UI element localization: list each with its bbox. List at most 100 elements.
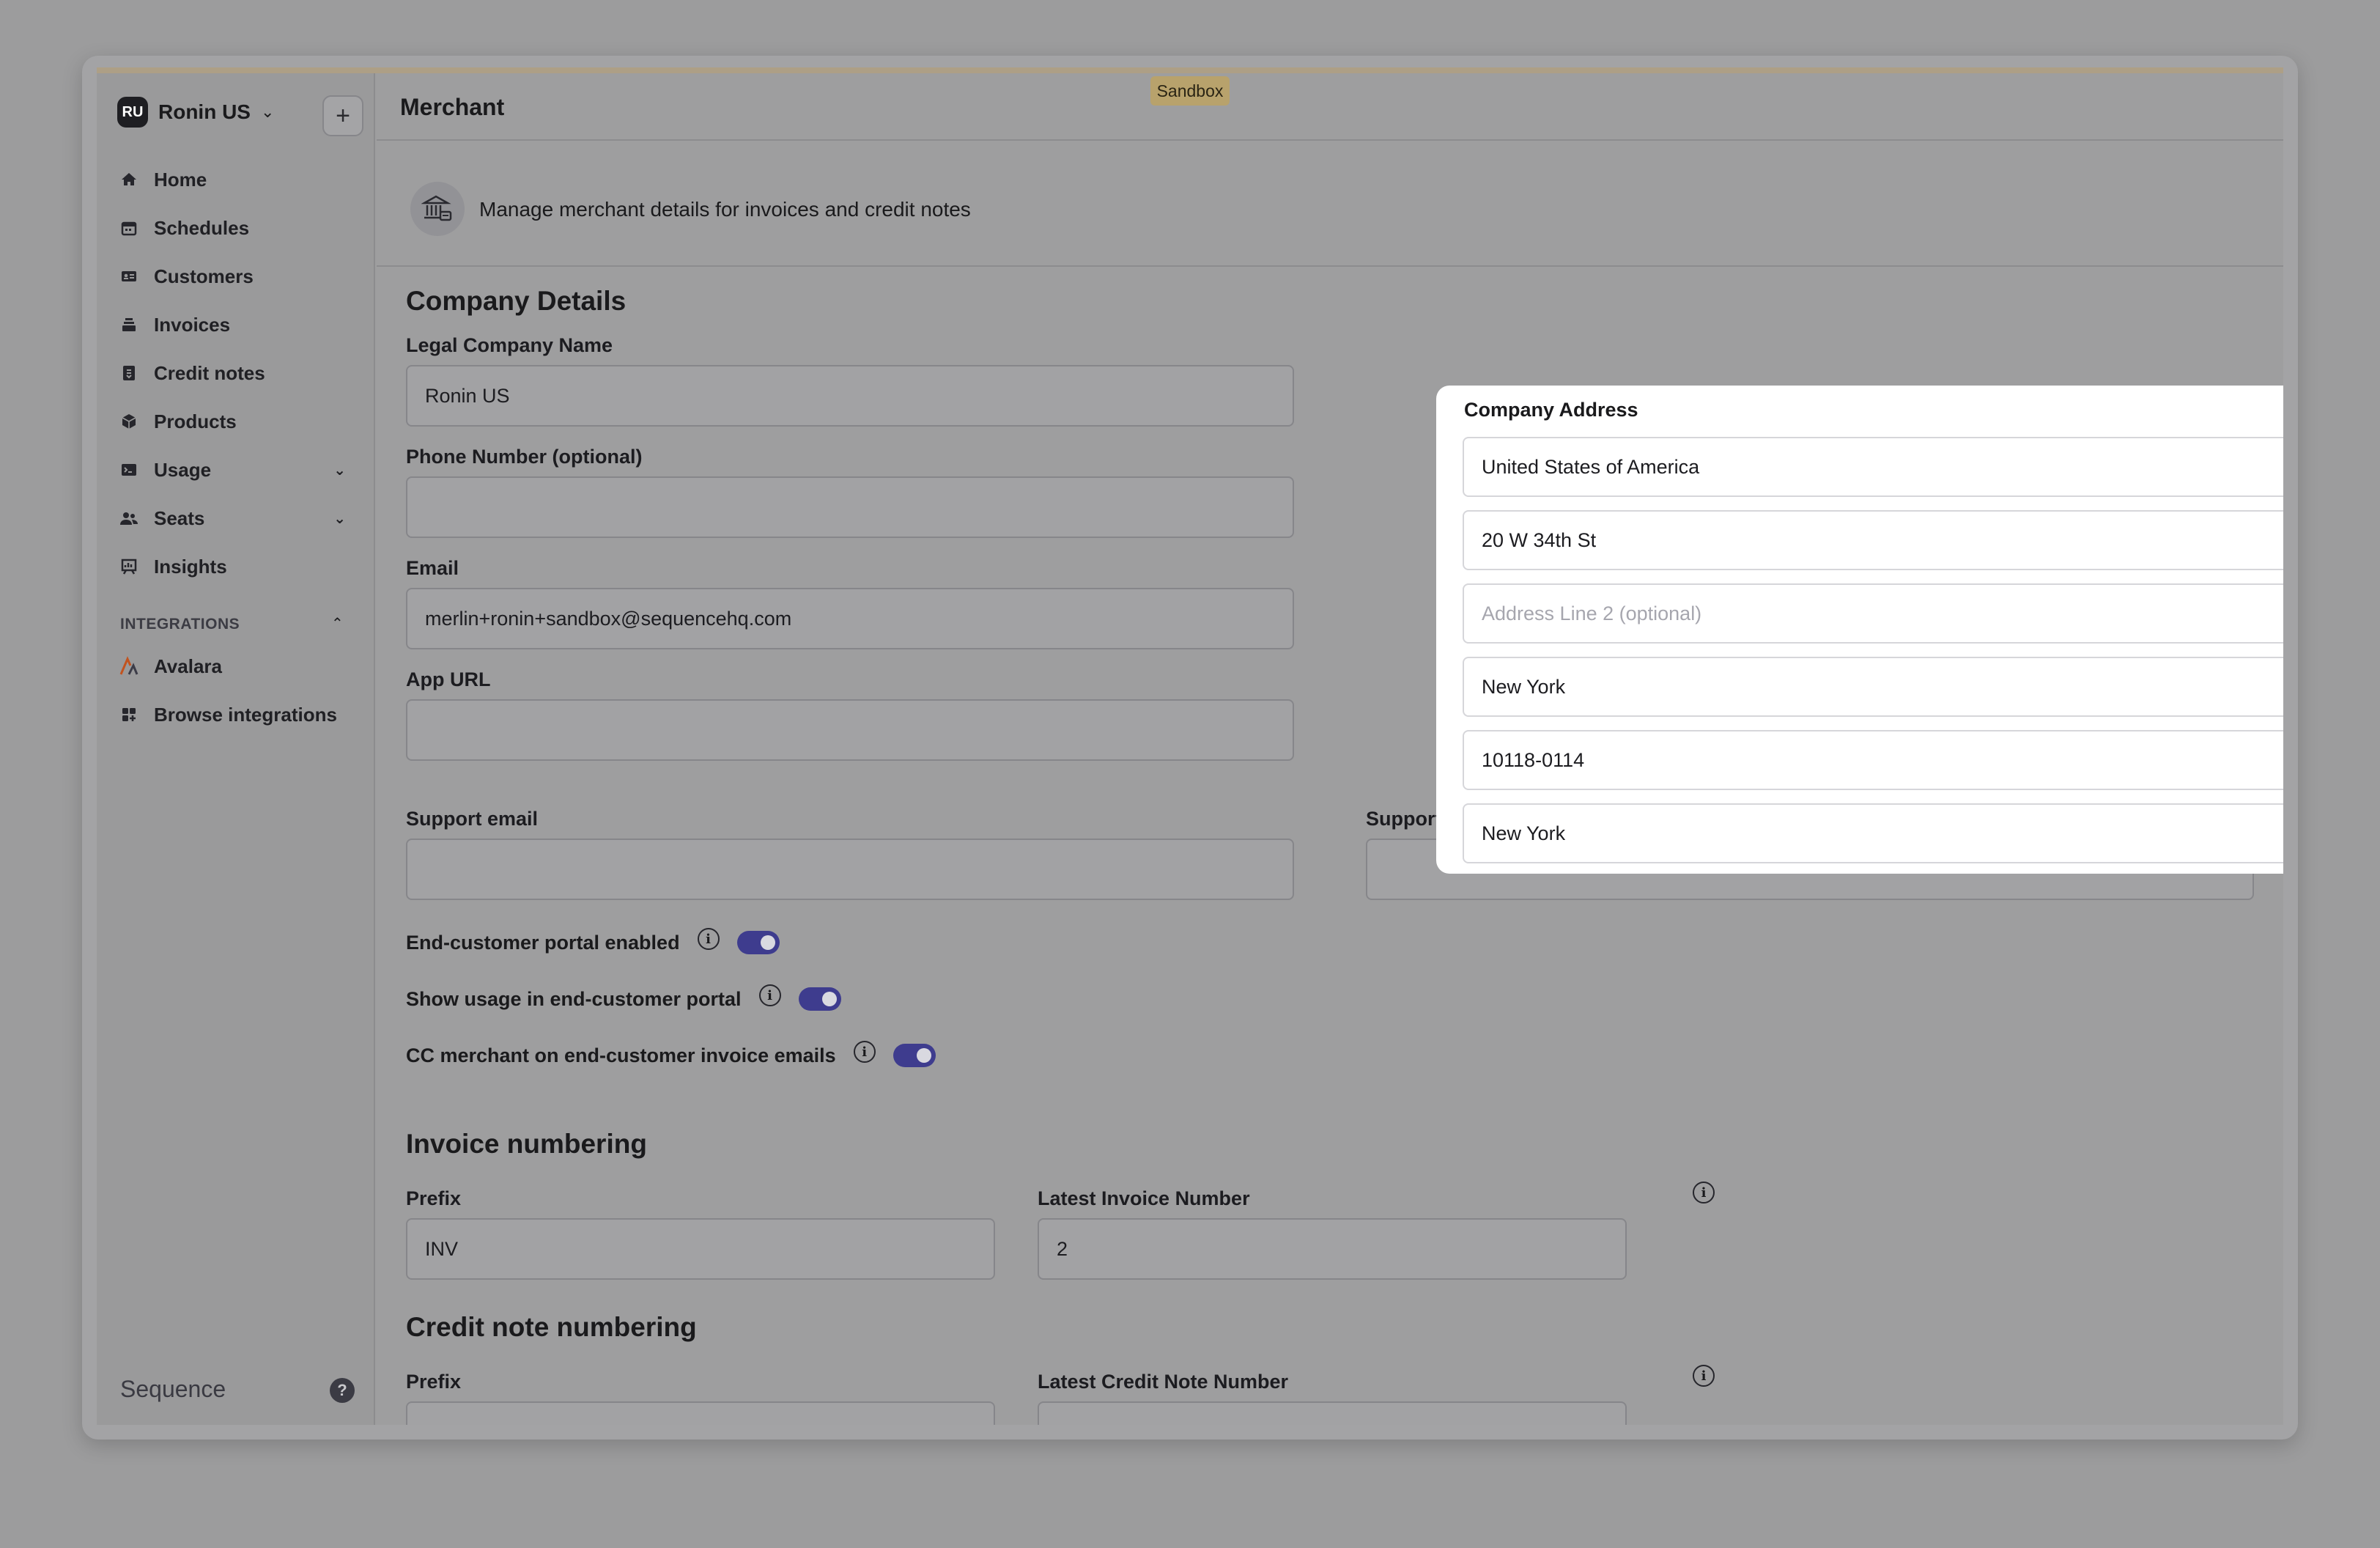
sidebar-item-label: Credit notes [154, 361, 265, 384]
help-icon[interactable]: ? [330, 1378, 355, 1403]
info-icon[interactable]: i [1693, 1365, 1715, 1387]
address-line2-field[interactable]: Address Line 2 (optional) [1463, 583, 2283, 644]
chevron-down-icon: ⌄ [261, 103, 275, 121]
portal-enabled-toggle[interactable] [736, 931, 780, 954]
invoice-prefix-label: Prefix [406, 1187, 462, 1209]
city-value: New York [1482, 675, 1566, 698]
sidebar-item-avalara[interactable]: Avalara [119, 642, 353, 690]
latest-credit-note-label: Latest Credit Note Number [1038, 1371, 1289, 1393]
sidebar-item-invoices[interactable]: Invoices [119, 301, 353, 349]
company-address-card: Company Address United States of America… [1436, 386, 2283, 874]
info-icon[interactable]: i [1693, 1182, 1715, 1204]
org-switcher[interactable]: RU Ronin US ⌄ [117, 97, 274, 128]
sandbox-topline [97, 67, 2283, 73]
sidebar-item-schedules[interactable]: Schedules [119, 204, 353, 252]
sidebar-item-customers[interactable]: Customers [119, 252, 353, 301]
cc-merchant-toggle[interactable] [892, 1044, 936, 1067]
toggle-label: Show usage in end-customer portal [406, 987, 742, 1010]
app-window: RU Ronin US ⌄ + Home Schedules Customers… [97, 67, 2283, 1425]
sidebar-item-label: Products [154, 410, 237, 432]
postcode-field[interactable]: 10118-0114 [1463, 730, 2283, 790]
id-card-icon [119, 266, 139, 287]
credit-note-numbering-heading: Credit note numbering [406, 1312, 697, 1342]
sidebar-item-label: Seats [154, 506, 205, 529]
cube-icon [119, 411, 139, 432]
credit-prefix-field[interactable] [406, 1401, 995, 1425]
sidebar-item-browse-integrations[interactable]: Browse integrations [119, 690, 353, 739]
sidebar-item-home[interactable]: Home [119, 155, 353, 204]
info-icon[interactable]: i [853, 1041, 876, 1063]
sidebar-item-label: Customers [154, 265, 254, 287]
toggle-label: CC merchant on end-customer invoice emai… [406, 1044, 836, 1066]
avalara-logo-icon [119, 656, 139, 677]
country-select[interactable]: United States of America ⌄ [1463, 437, 2283, 497]
integrations-section-title: INTEGRATIONS [120, 616, 240, 633]
add-button[interactable]: + [322, 95, 363, 136]
page-title: Merchant [400, 94, 505, 120]
users-icon [119, 508, 139, 528]
home-icon [119, 169, 139, 190]
sidebar-item-products[interactable]: Products [119, 397, 353, 446]
org-name: Ronin US [158, 100, 251, 123]
sidebar-nav: Home Schedules Customers Invoices Credit… [119, 155, 353, 591]
bank-icon [410, 182, 465, 236]
sidebar-item-label: Usage [154, 458, 212, 481]
sidebar-item-label: Schedules [154, 216, 250, 239]
chart-board-icon [119, 556, 139, 577]
postcode-value: 10118-0114 [1482, 748, 1585, 771]
show-usage-toggle[interactable] [798, 987, 841, 1011]
toggle-row-usage: Show usage in end-customer portal i [406, 984, 841, 1011]
legal-name-field[interactable]: Ronin US [406, 365, 1294, 427]
chevron-down-icon[interactable]: ⌄ [333, 461, 346, 479]
email-label: Email [406, 557, 459, 579]
city-field[interactable]: New York [1463, 657, 2283, 717]
legal-name-label: Legal Company Name [406, 334, 613, 356]
invoice-prefix-field[interactable]: INV [406, 1218, 995, 1280]
terminal-icon [119, 460, 139, 480]
invoice-numbering-heading: Invoice numbering [406, 1129, 647, 1159]
address-line2-placeholder: Address Line 2 (optional) [1482, 602, 1702, 624]
page-header: Merchant [377, 73, 2283, 141]
phone-label: Phone Number (optional) [406, 446, 643, 468]
toggle-row-cc: CC merchant on end-customer invoice emai… [406, 1041, 936, 1067]
sidebar-item-seats[interactable]: Seats ⌄ [119, 494, 353, 542]
sidebar-item-label: Avalara [154, 655, 222, 677]
company-details-heading: Company Details [406, 286, 627, 316]
phone-field[interactable] [406, 476, 1294, 538]
app-url-field[interactable] [406, 699, 1294, 761]
sidebar-item-insights[interactable]: Insights [119, 542, 353, 591]
latest-invoice-field[interactable]: 2 [1038, 1218, 1627, 1280]
sidebar-item-label: Browse integrations [154, 703, 337, 726]
sidebar-item-label: Insights [154, 555, 227, 578]
sidebar-item-label: Home [154, 168, 207, 191]
integrations-nav: Avalara Browse integrations [119, 642, 353, 739]
country-value: United States of America [1482, 455, 1700, 478]
sidebar: RU Ronin US ⌄ + Home Schedules Customers… [97, 73, 375, 1425]
credit-note-icon [119, 363, 139, 383]
chevron-down-icon[interactable]: ⌄ [333, 509, 346, 528]
credit-prefix-label: Prefix [406, 1371, 462, 1393]
info-icon[interactable]: i [758, 984, 781, 1006]
info-icon[interactable]: i [697, 928, 720, 950]
app-url-label: App URL [406, 668, 491, 690]
support-email-label: Support email [406, 808, 539, 830]
toggle-row-portal: End-customer portal enabled i [406, 928, 780, 954]
latest-invoice-label: Latest Invoice Number [1038, 1187, 1250, 1209]
email-field[interactable]: merlin+ronin+sandbox@sequencehq.com [406, 588, 1294, 649]
toggle-label: End-customer portal enabled [406, 931, 680, 954]
invoice-stack-icon [119, 314, 139, 335]
support-email-field[interactable] [406, 838, 1294, 900]
sequence-logo: Sequence [120, 1376, 226, 1402]
sidebar-item-credit-notes[interactable]: Credit notes [119, 349, 353, 397]
address-line1-value: 20 W 34th St [1482, 528, 1597, 551]
state-select[interactable]: New York ⌄ [1463, 803, 2283, 863]
sidebar-item-usage[interactable]: Usage ⌄ [119, 446, 353, 494]
chevron-up-icon[interactable]: ⌃ [331, 614, 344, 633]
address-line1-field[interactable]: 20 W 34th St [1463, 510, 2283, 570]
org-badge: RU [117, 97, 148, 128]
info-banner: Manage merchant details for invoices and… [377, 141, 2283, 267]
state-value: New York [1482, 822, 1566, 844]
latest-credit-note-field[interactable] [1038, 1401, 1627, 1425]
sandbox-badge: Sandbox [1150, 76, 1230, 106]
sidebar-item-label: Invoices [154, 313, 231, 336]
